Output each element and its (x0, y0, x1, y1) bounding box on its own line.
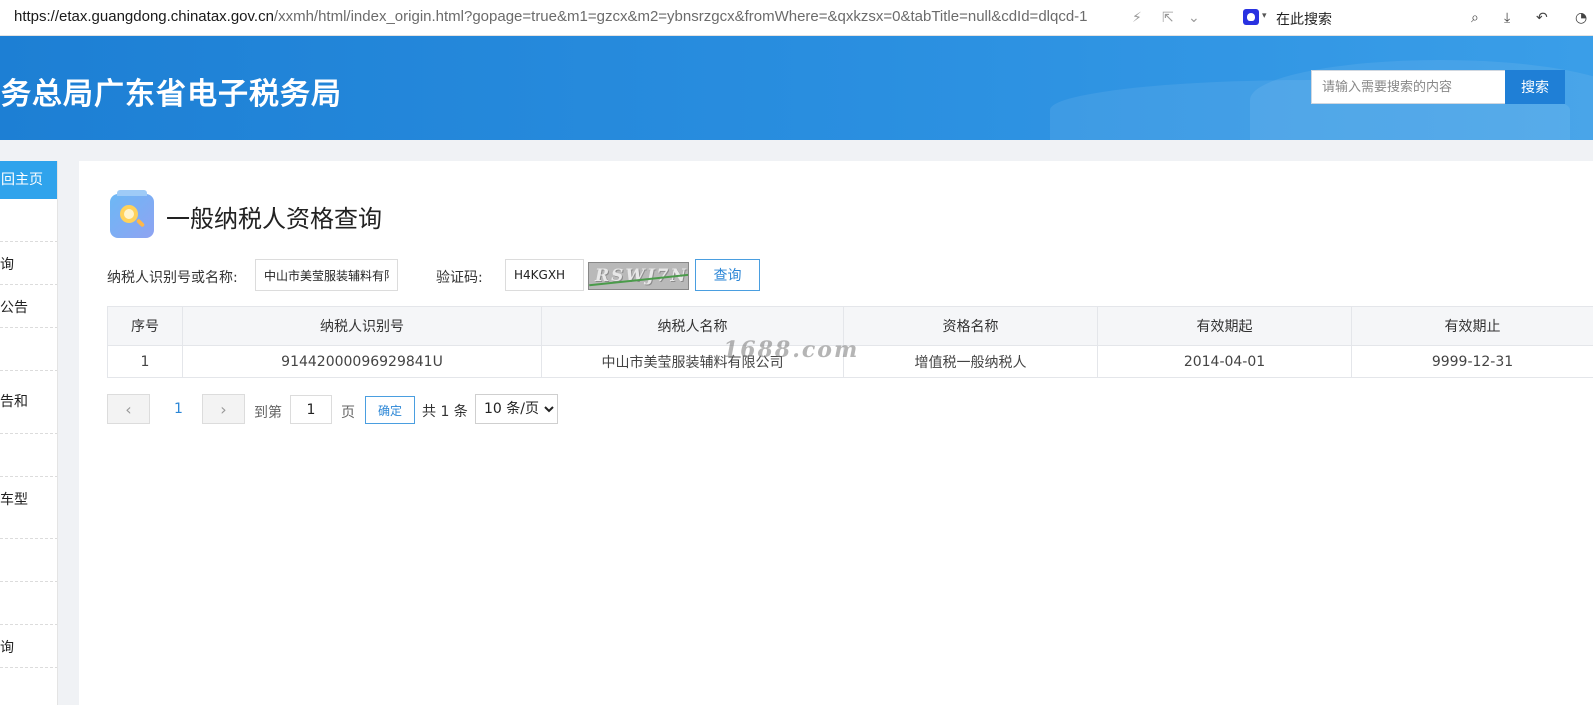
sidebar-item[interactable] (0, 539, 57, 582)
address-bar[interactable]: https://etax.guangdong.chinatax.gov.cn/x… (14, 8, 1088, 25)
watermark: 1688.com (723, 337, 860, 363)
query-icon (110, 190, 154, 238)
cell-qualification: 增值税一般纳税人 (843, 345, 1098, 378)
col-index: 序号 (107, 306, 183, 346)
baidu-search-engine-icon[interactable] (1243, 9, 1259, 25)
sidebar-item[interactable]: 询 (0, 242, 57, 285)
search-icon[interactable]: ⌕ (1471, 9, 1479, 27)
sidebar-item[interactable]: 告和 (0, 371, 57, 434)
captcha-image[interactable]: RSWJ7N (588, 262, 689, 290)
goto-suffix: 页 (341, 405, 355, 421)
page-number-current[interactable]: 1 (174, 401, 183, 417)
taxpayer-label: 纳税人识别号或名称: (107, 270, 238, 286)
next-page-button[interactable]: › (202, 394, 245, 424)
undo-icon[interactable]: ↶ (1536, 9, 1548, 27)
page-size-select[interactable]: 10 条/页 (475, 394, 558, 424)
site-search: 搜索 (1311, 70, 1565, 104)
sidebar-home-button[interactable]: 回主页 (0, 161, 57, 199)
site-search-button[interactable]: 搜索 (1505, 70, 1565, 104)
cell-valid-from: 2014-04-01 (1097, 345, 1352, 378)
col-valid-to: 有效期止 (1351, 306, 1593, 346)
magnifier-handle (135, 218, 146, 228)
sidebar: 回主页 询 公告 告和 车型 询 (0, 161, 58, 705)
sidebar-item[interactable]: 车型 (0, 477, 57, 539)
cell-valid-to: 9999-12-31 (1351, 345, 1593, 378)
query-button[interactable]: 查询 (695, 259, 760, 291)
browser-search-box[interactable]: 在此搜索 (1276, 9, 1332, 29)
cell-index: 1 (107, 345, 183, 378)
col-taxpayer-id: 纳税人识别号 (182, 306, 542, 346)
captcha-label: 验证码: (436, 270, 483, 286)
sidebar-item[interactable] (0, 199, 57, 242)
history-icon[interactable]: ◔ (1575, 9, 1587, 27)
sidebar-item[interactable] (0, 328, 57, 371)
main-panel: 一般纳税人资格查询 纳税人识别号或名称: 验证码: RSWJ7N 查询 序号 纳… (79, 161, 1593, 705)
captcha-input[interactable] (505, 259, 584, 291)
taxpayer-input[interactable] (255, 259, 398, 291)
sidebar-item[interactable]: 公告 (0, 285, 57, 328)
url-host: https://etax.guangdong.chinatax.gov.cn (14, 8, 274, 25)
goto-confirm-button[interactable]: 确定 (365, 396, 415, 424)
sidebar-item[interactable] (0, 434, 57, 477)
chevron-down-icon[interactable]: ⌄ (1188, 9, 1200, 27)
lightning-icon[interactable]: ⚡ (1132, 9, 1142, 27)
total-count: 共 1 条 (422, 404, 468, 420)
prev-page-button[interactable]: ‹ (107, 394, 150, 424)
page-title: 一般纳税人资格查询 (166, 205, 382, 233)
goto-prefix: 到第 (254, 405, 282, 421)
share-icon[interactable]: ⇱ (1162, 9, 1174, 27)
col-qualification: 资格名称 (843, 306, 1098, 346)
engine-caret-icon[interactable]: ▾ (1262, 11, 1267, 21)
site-header: 税务总局广东省电子税务局 搜索 (0, 36, 1593, 140)
sidebar-item[interactable] (0, 582, 57, 625)
browser-toolbar: https://etax.guangdong.chinatax.gov.cn/x… (0, 0, 1593, 36)
col-valid-from: 有效期起 (1097, 306, 1352, 346)
goto-page-input[interactable] (290, 395, 332, 424)
url-path: /xxmh/html/index_origin.html?gopage=true… (273, 8, 1088, 25)
sidebar-item[interactable]: 询 (0, 625, 57, 668)
cell-taxpayer-id: 91442000096929841U (182, 345, 542, 378)
site-search-input[interactable] (1311, 70, 1505, 104)
site-brand: 税务总局广东省电子税务局 (0, 77, 342, 112)
download-icon[interactable]: ⤓ (1504, 9, 1510, 27)
